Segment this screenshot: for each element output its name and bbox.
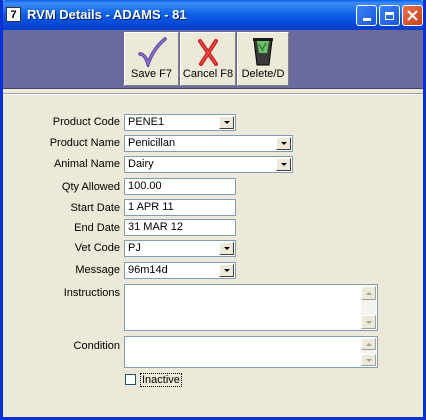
toolbar: Save F7 Cancel F8 Delete/D [3, 30, 423, 89]
product-code-dropdown-button[interactable] [219, 116, 234, 129]
scroll-up-button[interactable] [361, 286, 376, 300]
scroll-down-button[interactable] [361, 354, 376, 366]
chevron-up-icon [365, 291, 372, 295]
chevron-up-icon [365, 342, 372, 346]
close-button[interactable] [402, 5, 423, 26]
inactive-checkbox[interactable] [125, 374, 136, 385]
scroll-up-button[interactable] [361, 338, 376, 350]
condition-label: Condition [73, 340, 120, 352]
maximize-button[interactable] [379, 5, 400, 26]
inactive-label[interactable]: Inactive [140, 373, 182, 387]
product-name-value: Penicillan [128, 137, 176, 149]
minimize-icon [362, 18, 371, 21]
vet-code-value: PJ [128, 242, 141, 254]
chevron-down-icon [280, 142, 287, 145]
delete-label: Delete/D [241, 68, 285, 80]
instructions-label: Instructions [63, 287, 120, 299]
cancel-label: Cancel F8 [182, 68, 234, 80]
vet-code-dropdown-button[interactable] [219, 242, 234, 255]
animal-name-value: Dairy [128, 158, 154, 170]
end-date-label: End Date [74, 222, 120, 234]
minimize-button[interactable] [356, 5, 377, 26]
chevron-down-icon [365, 358, 372, 362]
product-name-dropdown[interactable]: Penicillan [124, 135, 293, 152]
maximize-icon [385, 11, 394, 20]
delete-button[interactable]: Delete/D [237, 32, 289, 86]
chevron-down-icon [223, 121, 230, 124]
rvm-details-window: 7 RVM Details - ADAMS - 81 Save F7 Cance… [0, 0, 426, 420]
start-date-field[interactable]: 1 APR 11 [124, 199, 236, 216]
message-value: 96m14d [128, 264, 168, 276]
chevron-down-icon [365, 320, 372, 324]
vet-code-label: Vet Code [74, 242, 120, 254]
message-dropdown-button[interactable] [219, 264, 234, 277]
window-title: RVM Details - ADAMS - 81 [27, 7, 187, 22]
qty-allowed-value: 100.00 [128, 180, 162, 192]
product-name-label: Product Name [49, 137, 120, 149]
qty-allowed-label: Qty Allowed [61, 181, 120, 193]
save-label: Save F7 [131, 68, 172, 80]
chevron-down-icon [223, 247, 230, 250]
chevron-down-icon [280, 163, 287, 166]
end-date-value: 31 MAR 12 [128, 221, 184, 233]
message-dropdown[interactable]: 96m14d [124, 262, 236, 279]
toolbar-separator [3, 93, 423, 95]
start-date-value: 1 APR 11 [128, 201, 174, 213]
product-code-label: Product Code [52, 116, 120, 128]
message-label: Message [75, 264, 120, 276]
condition-textarea[interactable] [124, 336, 378, 368]
app-7-icon[interactable]: 7 [6, 7, 21, 22]
condition-scrollbar[interactable] [361, 338, 376, 366]
product-code-dropdown[interactable]: PENE1 [124, 114, 236, 131]
product-code-value: PENE1 [128, 116, 165, 128]
checkmark-icon [137, 37, 167, 67]
animal-name-dropdown-button[interactable] [276, 158, 291, 171]
cancel-button[interactable]: Cancel F8 [180, 32, 236, 86]
vet-code-dropdown[interactable]: PJ [124, 240, 236, 257]
instructions-textarea[interactable] [124, 284, 378, 331]
title-bar[interactable]: 7 RVM Details - ADAMS - 81 [3, 0, 423, 30]
close-icon [407, 10, 418, 21]
trash-bin-icon [253, 38, 273, 66]
red-x-icon [198, 39, 218, 66]
qty-allowed-field[interactable]: 100.00 [124, 178, 236, 195]
start-date-label: Start Date [70, 202, 120, 214]
animal-name-dropdown[interactable]: Dairy [124, 156, 293, 173]
animal-name-label: Animal Name [53, 158, 120, 170]
save-button[interactable]: Save F7 [124, 32, 179, 86]
scroll-down-button[interactable] [361, 315, 376, 329]
chevron-down-icon [223, 269, 230, 272]
end-date-field[interactable]: 31 MAR 12 [124, 219, 236, 236]
product-name-dropdown-button[interactable] [276, 137, 291, 150]
instructions-scrollbar[interactable] [361, 286, 376, 329]
